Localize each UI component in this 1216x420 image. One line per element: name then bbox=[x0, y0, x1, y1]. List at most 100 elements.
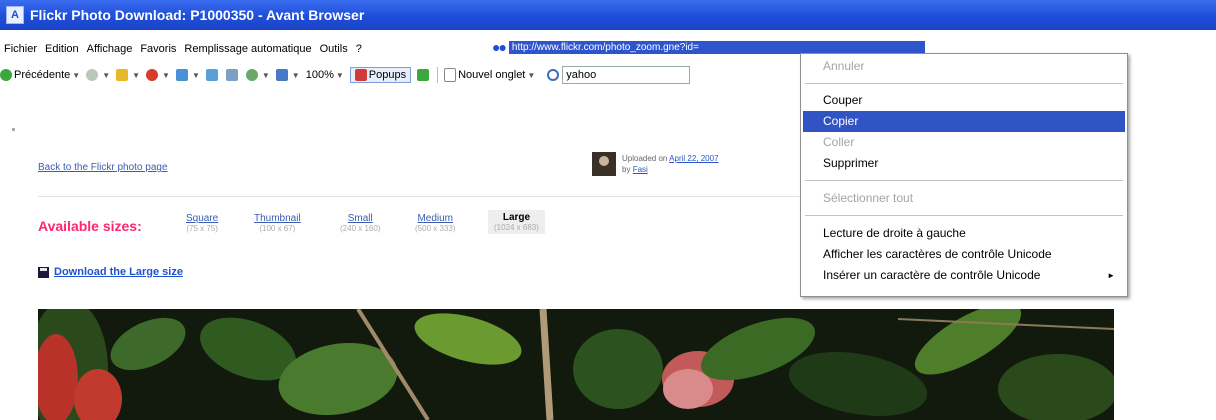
up-button[interactable]: ▼ bbox=[116, 69, 140, 81]
photo-image bbox=[38, 309, 1114, 420]
chevron-down-icon[interactable]: ▼ bbox=[72, 71, 80, 80]
home-icon bbox=[205, 69, 218, 81]
menu-item-insert-unicode-label: Insérer un caractère de contrôle Unicode bbox=[823, 268, 1041, 282]
size-dims: (100 x 67) bbox=[259, 224, 296, 233]
menu-edition[interactable]: Edition bbox=[41, 43, 83, 55]
menu-item-select-all[interactable]: Sélectionner tout bbox=[803, 188, 1125, 209]
menu-item-delete[interactable]: Supprimer bbox=[803, 153, 1125, 174]
chevron-down-icon[interactable]: ▼ bbox=[102, 71, 110, 80]
size-name[interactable]: Square bbox=[186, 213, 218, 224]
menu-separator bbox=[805, 180, 1123, 181]
search-box: yahoo bbox=[547, 66, 691, 84]
size-name[interactable]: Small bbox=[340, 213, 380, 224]
by-prefix: by bbox=[622, 165, 631, 174]
available-sizes-label: Available sizes: bbox=[38, 218, 142, 234]
avatar[interactable] bbox=[592, 152, 616, 176]
size-large-current: Large (1024 x 683) bbox=[488, 210, 545, 234]
page-marker bbox=[12, 128, 15, 131]
home-button[interactable] bbox=[205, 69, 220, 81]
menu-item-rtl-reading[interactable]: Lecture de droite à gauche bbox=[803, 223, 1125, 244]
context-menu: Annuler Couper Copier Coller Supprimer S… bbox=[800, 53, 1128, 297]
favorites-button[interactable] bbox=[225, 69, 240, 81]
menu-favoris[interactable]: Favoris bbox=[136, 43, 180, 55]
menu-item-paste[interactable]: Coller bbox=[803, 132, 1125, 153]
up-arrow-icon bbox=[116, 69, 129, 81]
uploaded-prefix: Uploaded on bbox=[622, 154, 668, 163]
popups-label: Popups bbox=[368, 69, 407, 81]
popup-blocker-icon bbox=[354, 69, 367, 81]
size-thumbnail[interactable]: Thumbnail (100 x 67) bbox=[254, 213, 301, 233]
size-square[interactable]: Square (75 x 75) bbox=[186, 213, 218, 233]
menu-separator bbox=[805, 215, 1123, 216]
size-name[interactable]: Medium bbox=[415, 213, 455, 224]
menu-remplissage[interactable]: Remplissage automatique bbox=[180, 43, 315, 55]
submenu-arrow-icon: ► bbox=[1107, 271, 1115, 280]
upload-date-link[interactable]: April 22, 2007 bbox=[669, 154, 718, 163]
size-small[interactable]: Small (240 x 160) bbox=[340, 213, 380, 233]
stop-icon bbox=[146, 69, 159, 81]
history-icon bbox=[245, 69, 258, 81]
menu-fichier[interactable]: Fichier bbox=[0, 43, 41, 55]
menu-bar: Fichier Edition Affichage Favoris Rempli… bbox=[0, 39, 366, 59]
download-link[interactable]: Download the Large size bbox=[38, 266, 183, 278]
new-tab-button[interactable]: Nouvel onglet ▼ bbox=[444, 68, 535, 82]
back-button-label: Précédente bbox=[14, 69, 71, 81]
new-tab-label: Nouvel onglet bbox=[458, 69, 526, 81]
chevron-down-icon[interactable]: ▼ bbox=[262, 71, 270, 80]
toolbar-separator bbox=[437, 67, 439, 83]
search-icon[interactable] bbox=[547, 69, 560, 81]
menu-item-insert-unicode[interactable]: Insérer un caractère de contrôle Unicode… bbox=[803, 265, 1125, 286]
menu-item-undo[interactable]: Annuler bbox=[803, 56, 1125, 77]
size-medium[interactable]: Medium (500 x 333) bbox=[415, 213, 455, 233]
back-to-photo-link[interactable]: Back to the Flickr photo page bbox=[38, 162, 168, 173]
chevron-down-icon[interactable]: ▼ bbox=[527, 71, 535, 80]
favorites-icon bbox=[225, 69, 238, 81]
popups-button[interactable]: Popups bbox=[349, 67, 412, 83]
upload-info: Uploaded on April 22, 2007 by Fasi bbox=[622, 153, 719, 175]
user-link[interactable]: Fasi bbox=[633, 165, 648, 174]
forward-button[interactable]: ▼ bbox=[86, 69, 110, 81]
menu-outils[interactable]: Outils bbox=[316, 43, 352, 55]
size-name: Large bbox=[502, 212, 531, 223]
menu-separator bbox=[805, 83, 1123, 84]
title-bar: A Flickr Photo Download: P1000350 - Avan… bbox=[0, 0, 1216, 30]
refresh-button[interactable]: ▼ bbox=[175, 69, 200, 81]
menu-item-cut[interactable]: Couper bbox=[803, 90, 1125, 111]
zoom-label: 100% bbox=[305, 69, 334, 81]
menu-item-show-unicode[interactable]: Afficher les caractères de contrôle Unic… bbox=[803, 244, 1125, 265]
view-icon bbox=[275, 69, 288, 81]
size-dims: (75 x 75) bbox=[186, 224, 218, 233]
download-label[interactable]: Download the Large size bbox=[54, 266, 183, 278]
view-button[interactable]: ▼ bbox=[275, 69, 300, 81]
site-icon: ●● bbox=[492, 39, 507, 55]
chevron-down-icon[interactable]: ▼ bbox=[336, 71, 344, 80]
menu-item-copy[interactable]: Copier bbox=[803, 111, 1125, 132]
stop-button[interactable]: ▼ bbox=[146, 69, 170, 81]
save-disk-icon bbox=[38, 266, 49, 278]
history-button[interactable]: ▼ bbox=[245, 69, 270, 81]
chevron-down-icon[interactable]: ▼ bbox=[162, 71, 170, 80]
back-arrow-icon bbox=[0, 69, 12, 81]
address-bar[interactable]: ●● http://www.flickr.com/photo_zoom.gne?… bbox=[492, 40, 925, 54]
menu-affichage[interactable]: Affichage bbox=[83, 43, 137, 55]
chevron-down-icon[interactable]: ▼ bbox=[292, 71, 300, 80]
size-dims: (240 x 160) bbox=[340, 224, 381, 233]
chevron-down-icon[interactable]: ▼ bbox=[192, 71, 200, 80]
address-field[interactable]: http://www.flickr.com/photo_zoom.gne?id= bbox=[508, 40, 925, 54]
flash-icon bbox=[417, 69, 430, 81]
size-dims: (1024 x 683) bbox=[494, 223, 539, 232]
new-tab-icon bbox=[444, 68, 457, 82]
flash-button[interactable] bbox=[417, 69, 431, 81]
search-input[interactable]: yahoo bbox=[562, 66, 691, 84]
size-name[interactable]: Thumbnail bbox=[254, 213, 301, 224]
avant-browser-icon: A bbox=[6, 6, 24, 24]
window-title: Flickr Photo Download: P1000350 - Avant … bbox=[30, 7, 365, 23]
zoom-button[interactable]: 100% ▼ bbox=[306, 69, 344, 81]
refresh-icon bbox=[175, 69, 188, 81]
photo bbox=[38, 309, 1114, 420]
menu-help[interactable]: ? bbox=[352, 43, 366, 55]
back-button[interactable]: Précédente ▼ bbox=[0, 69, 80, 81]
forward-arrow-icon bbox=[86, 69, 99, 81]
toolbar: Précédente ▼ ▼ ▼ ▼ ▼ ▼ ▼ 100% ▼ Popups N… bbox=[0, 64, 691, 86]
chevron-down-icon[interactable]: ▼ bbox=[132, 71, 140, 80]
